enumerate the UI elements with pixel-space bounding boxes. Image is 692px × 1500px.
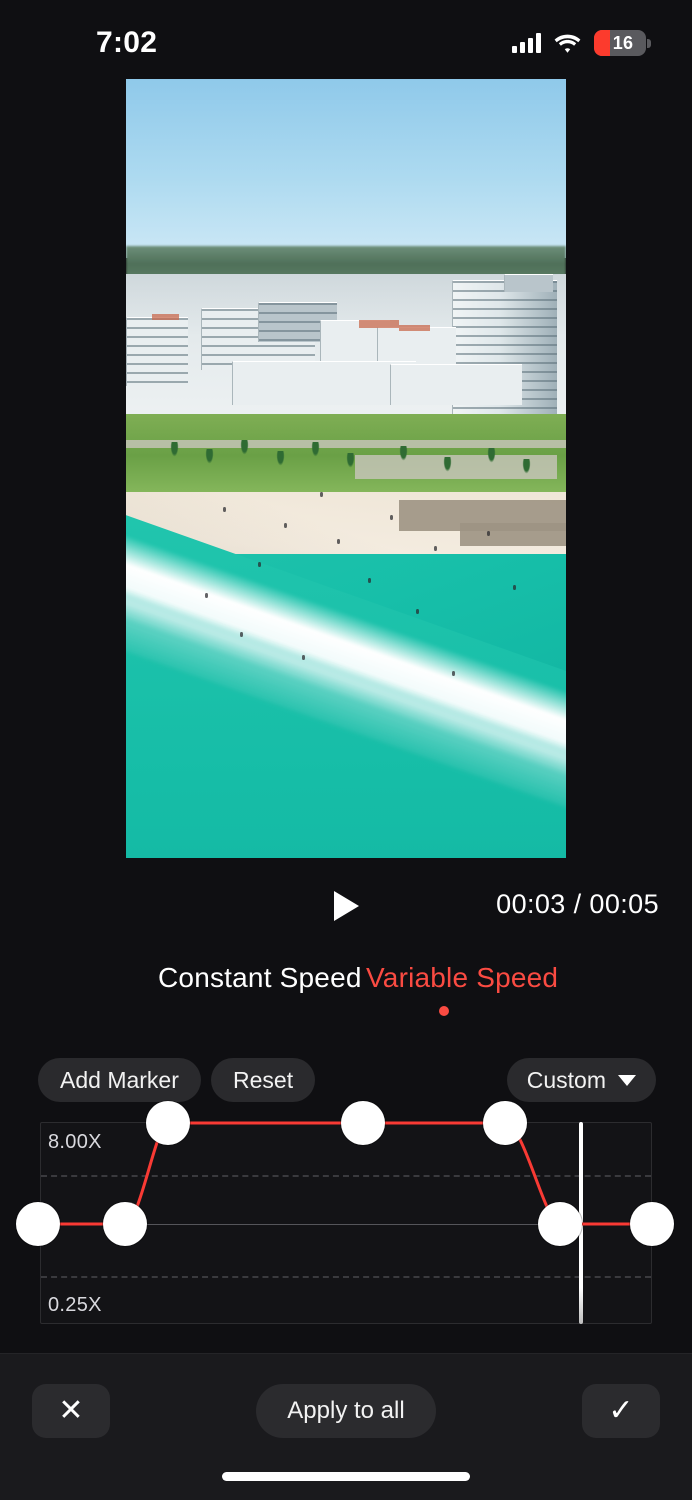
- gridline-upper: [41, 1175, 651, 1177]
- status-bar: 7:02 16: [0, 0, 692, 78]
- axis-label-min-speed: 0.25X: [48, 1294, 102, 1316]
- check-icon: ✓: [608, 1394, 634, 1427]
- curve-toolbar: Add Marker Reset Custom: [0, 1058, 692, 1102]
- speed-editor-screen: 7:02 16 00:03 / 00:05 Constant Speed Var…: [0, 0, 692, 1500]
- bottom-action-bar: ✕ Apply to all ✓: [0, 1353, 692, 1500]
- battery-level: 16: [612, 32, 634, 53]
- play-icon[interactable]: [325, 885, 367, 927]
- tab-constant-speed[interactable]: Constant Speed: [158, 962, 362, 994]
- battery-nub: [647, 39, 651, 48]
- apply-to-all-button[interactable]: Apply to all: [256, 1384, 436, 1438]
- confirm-button[interactable]: ✓: [582, 1384, 660, 1438]
- active-tab-indicator: [439, 1006, 449, 1016]
- reset-button[interactable]: Reset: [211, 1058, 316, 1102]
- preset-dropdown-label: Custom: [526, 1066, 606, 1093]
- axis-label-max-speed: 8.00X: [48, 1131, 102, 1153]
- speed-keyframe-point[interactable]: [538, 1202, 582, 1246]
- close-icon: ✕: [58, 1394, 84, 1427]
- speed-keyframe-point[interactable]: [16, 1202, 60, 1246]
- cancel-button[interactable]: ✕: [32, 1384, 110, 1438]
- wifi-icon: [554, 33, 581, 53]
- chevron-down-icon: [618, 1074, 636, 1086]
- status-indicators: 16: [512, 22, 651, 56]
- preset-dropdown-button[interactable]: Custom: [506, 1058, 656, 1102]
- speed-keyframe-point[interactable]: [483, 1101, 527, 1145]
- battery-icon: 16: [594, 30, 651, 56]
- cellular-signal-icon: [512, 33, 541, 53]
- playback-controls: 00:03 / 00:05: [0, 880, 692, 932]
- speed-keyframe-point[interactable]: [341, 1101, 385, 1145]
- video-preview[interactable]: [126, 79, 566, 858]
- time-display: 00:03 / 00:05: [496, 889, 659, 919]
- speed-mode-tabs: Constant Speed Variable Speed: [0, 962, 692, 1022]
- speed-keyframe-point[interactable]: [630, 1202, 674, 1246]
- speed-keyframe-point[interactable]: [146, 1101, 190, 1145]
- home-indicator: [222, 1472, 470, 1481]
- gridline-lower: [41, 1276, 651, 1278]
- add-marker-button[interactable]: Add Marker: [38, 1058, 201, 1102]
- speed-keyframe-point[interactable]: [103, 1202, 147, 1246]
- video-preview-image: [126, 79, 566, 858]
- status-time: 7:02: [96, 26, 158, 59]
- tab-variable-speed[interactable]: Variable Speed: [366, 962, 558, 994]
